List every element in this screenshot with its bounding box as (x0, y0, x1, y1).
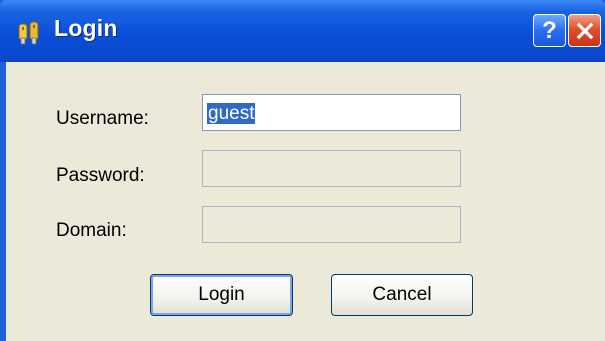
password-label: Password: (56, 165, 145, 186)
domain-label: Domain: (56, 220, 127, 241)
password-field[interactable] (202, 150, 461, 187)
close-button[interactable] (568, 14, 601, 47)
window-title: Login (54, 15, 118, 41)
username-value: guest (207, 103, 256, 124)
username-field[interactable]: guest (202, 94, 461, 131)
question-icon: ? (542, 16, 557, 44)
username-label: Username: (56, 108, 149, 129)
domain-field[interactable] (202, 206, 461, 243)
login-button[interactable]: Login (150, 274, 293, 316)
login-dialog: Login ? Username: guest Password: Domain… (0, 0, 605, 341)
cancel-button[interactable]: Cancel (331, 274, 473, 316)
help-button[interactable]: ? (533, 14, 566, 47)
dialog-body: Username: guest Password: Domain: Login … (6, 62, 605, 341)
title-bar[interactable]: Login ? (0, 0, 605, 62)
close-icon (575, 21, 595, 41)
keys-icon (16, 18, 44, 46)
